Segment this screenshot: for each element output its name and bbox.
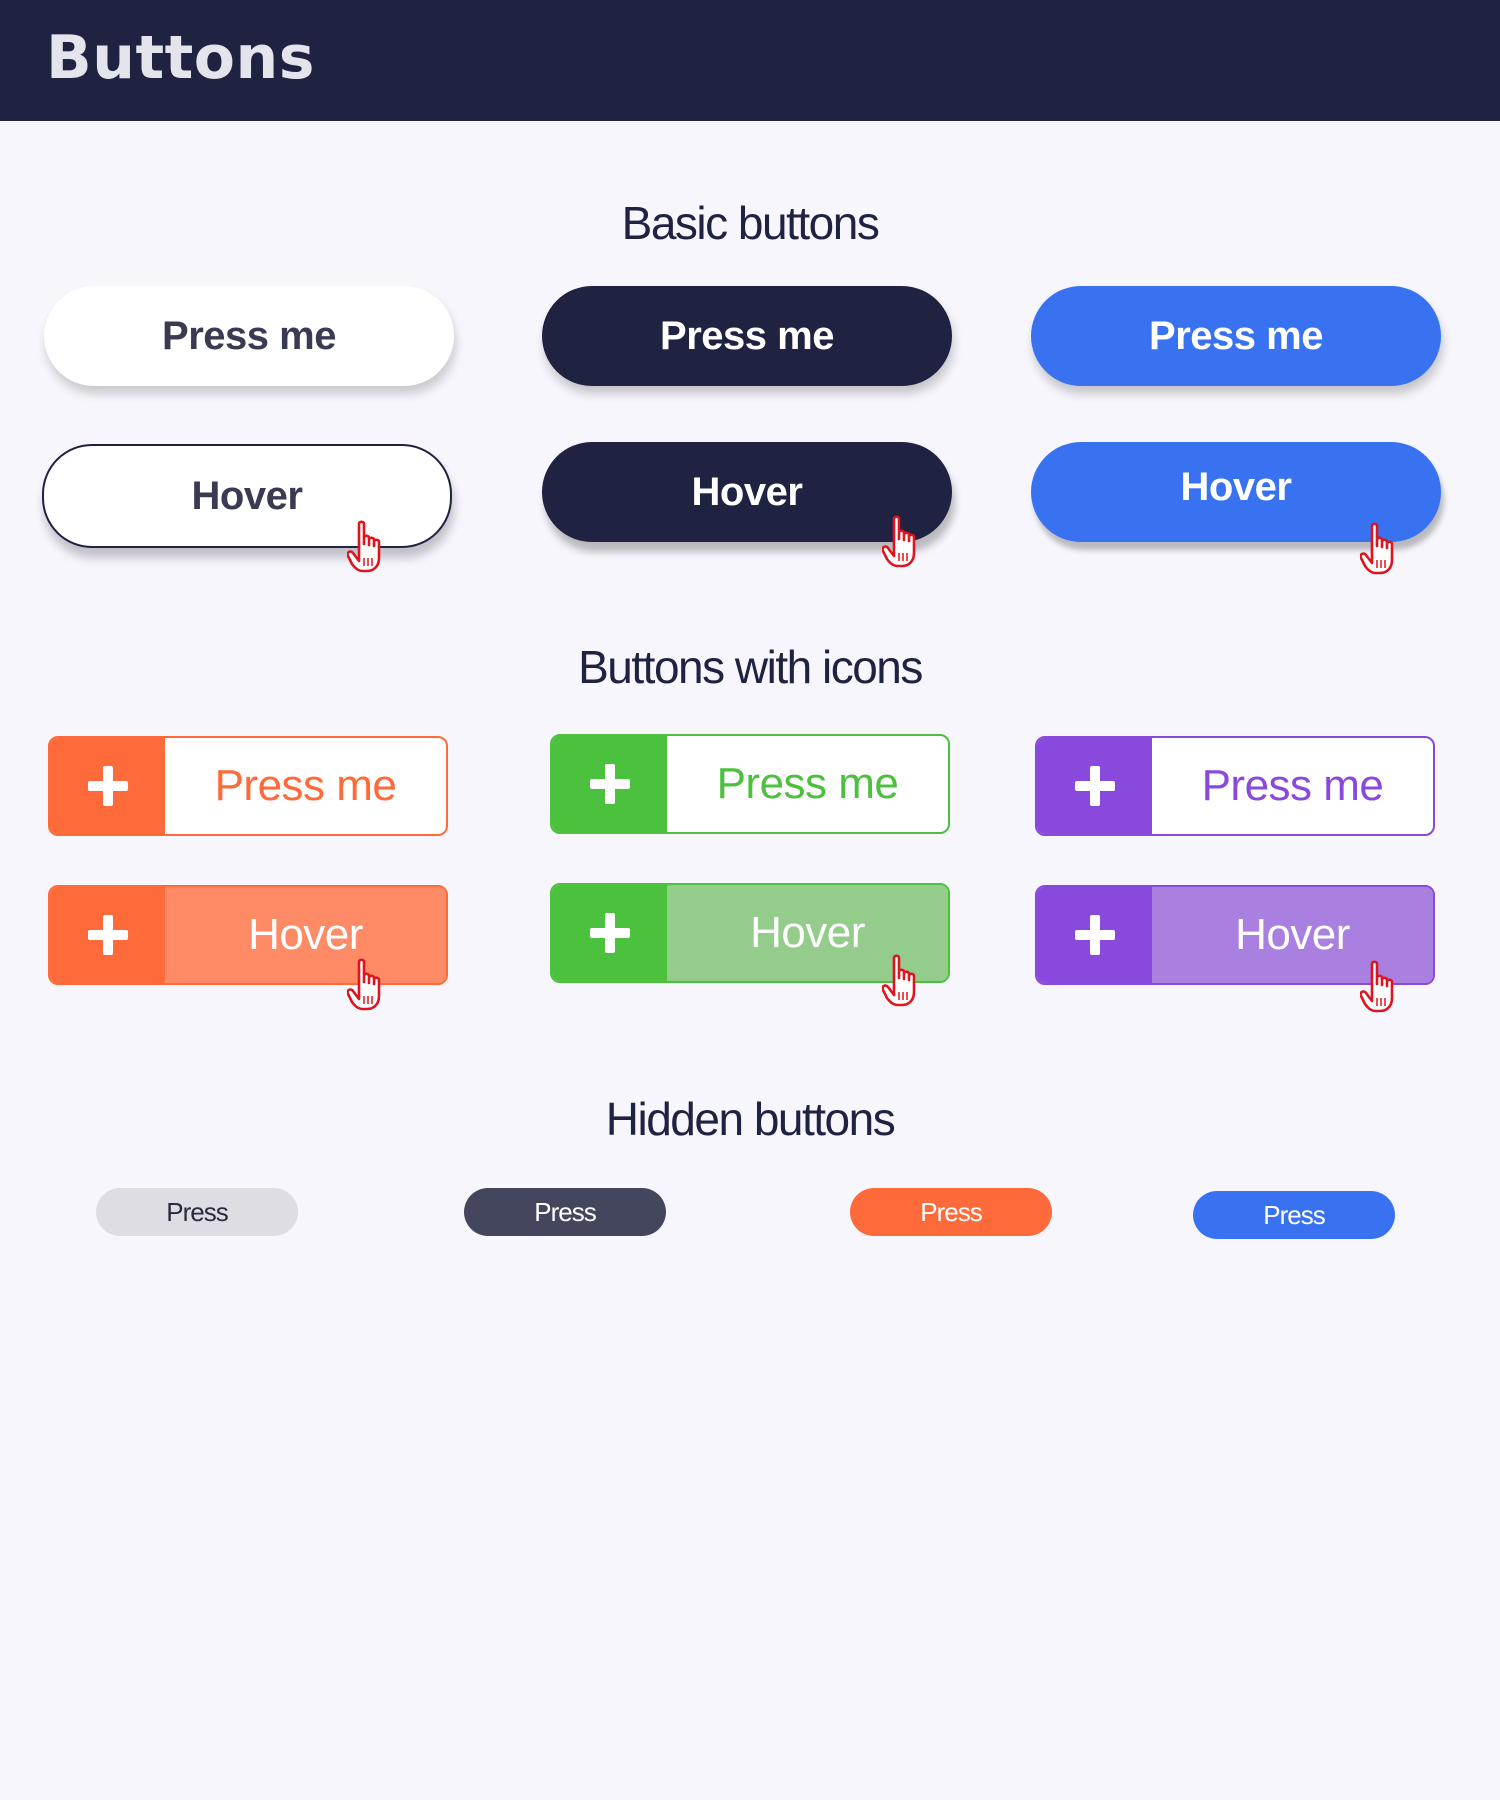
- section-title-hidden: Hidden buttons: [605, 1093, 896, 1145]
- plus-icon: [1037, 887, 1152, 983]
- icon-orange-press-label: Press me: [214, 761, 397, 810]
- header-bar: Buttons: [0, 0, 1500, 121]
- plus-icon: [1037, 738, 1152, 834]
- icon-orange-hover-button[interactable]: Hover: [48, 885, 448, 985]
- plus-icon: [50, 887, 165, 983]
- section-title-icons: Buttons with icons: [578, 641, 923, 693]
- page-title: Buttons: [46, 23, 315, 93]
- hidden-gray-button[interactable]: Press: [96, 1188, 298, 1236]
- icon-purple-hover-button[interactable]: Hover: [1035, 885, 1435, 985]
- page: Buttons Basic buttons Press me Press me …: [0, 0, 1500, 1800]
- basic-navy-press-button[interactable]: Press me: [542, 286, 952, 386]
- icon-green-press-button[interactable]: Press me: [550, 734, 950, 834]
- plus-icon: [552, 885, 667, 981]
- basic-blue-hover-button[interactable]: Hover: [1031, 442, 1441, 542]
- icon-orange-press-button[interactable]: Press me: [48, 736, 448, 836]
- hidden-blue-button[interactable]: Press: [1193, 1191, 1395, 1239]
- plus-icon: [552, 736, 667, 832]
- icon-orange-hover-label: Hover: [165, 887, 446, 983]
- basic-white-hover-button[interactable]: Hover: [42, 444, 452, 548]
- basic-navy-hover-button[interactable]: Hover: [542, 442, 952, 542]
- hidden-dark-button[interactable]: Press: [464, 1188, 666, 1236]
- icon-green-hover-label: Hover: [667, 885, 948, 981]
- icon-green-hover-button[interactable]: Hover: [550, 883, 950, 983]
- plus-icon: [50, 738, 165, 834]
- basic-white-press-button[interactable]: Press me: [44, 286, 454, 386]
- icon-purple-press-label: Press me: [1201, 761, 1384, 810]
- icon-green-press-label: Press me: [716, 759, 899, 808]
- basic-blue-press-button[interactable]: Press me: [1031, 286, 1441, 386]
- icon-purple-hover-label: Hover: [1152, 887, 1433, 983]
- hidden-orange-button[interactable]: Press: [850, 1188, 1052, 1236]
- section-title-basic: Basic buttons: [621, 197, 880, 249]
- icon-purple-press-button[interactable]: Press me: [1035, 736, 1435, 836]
